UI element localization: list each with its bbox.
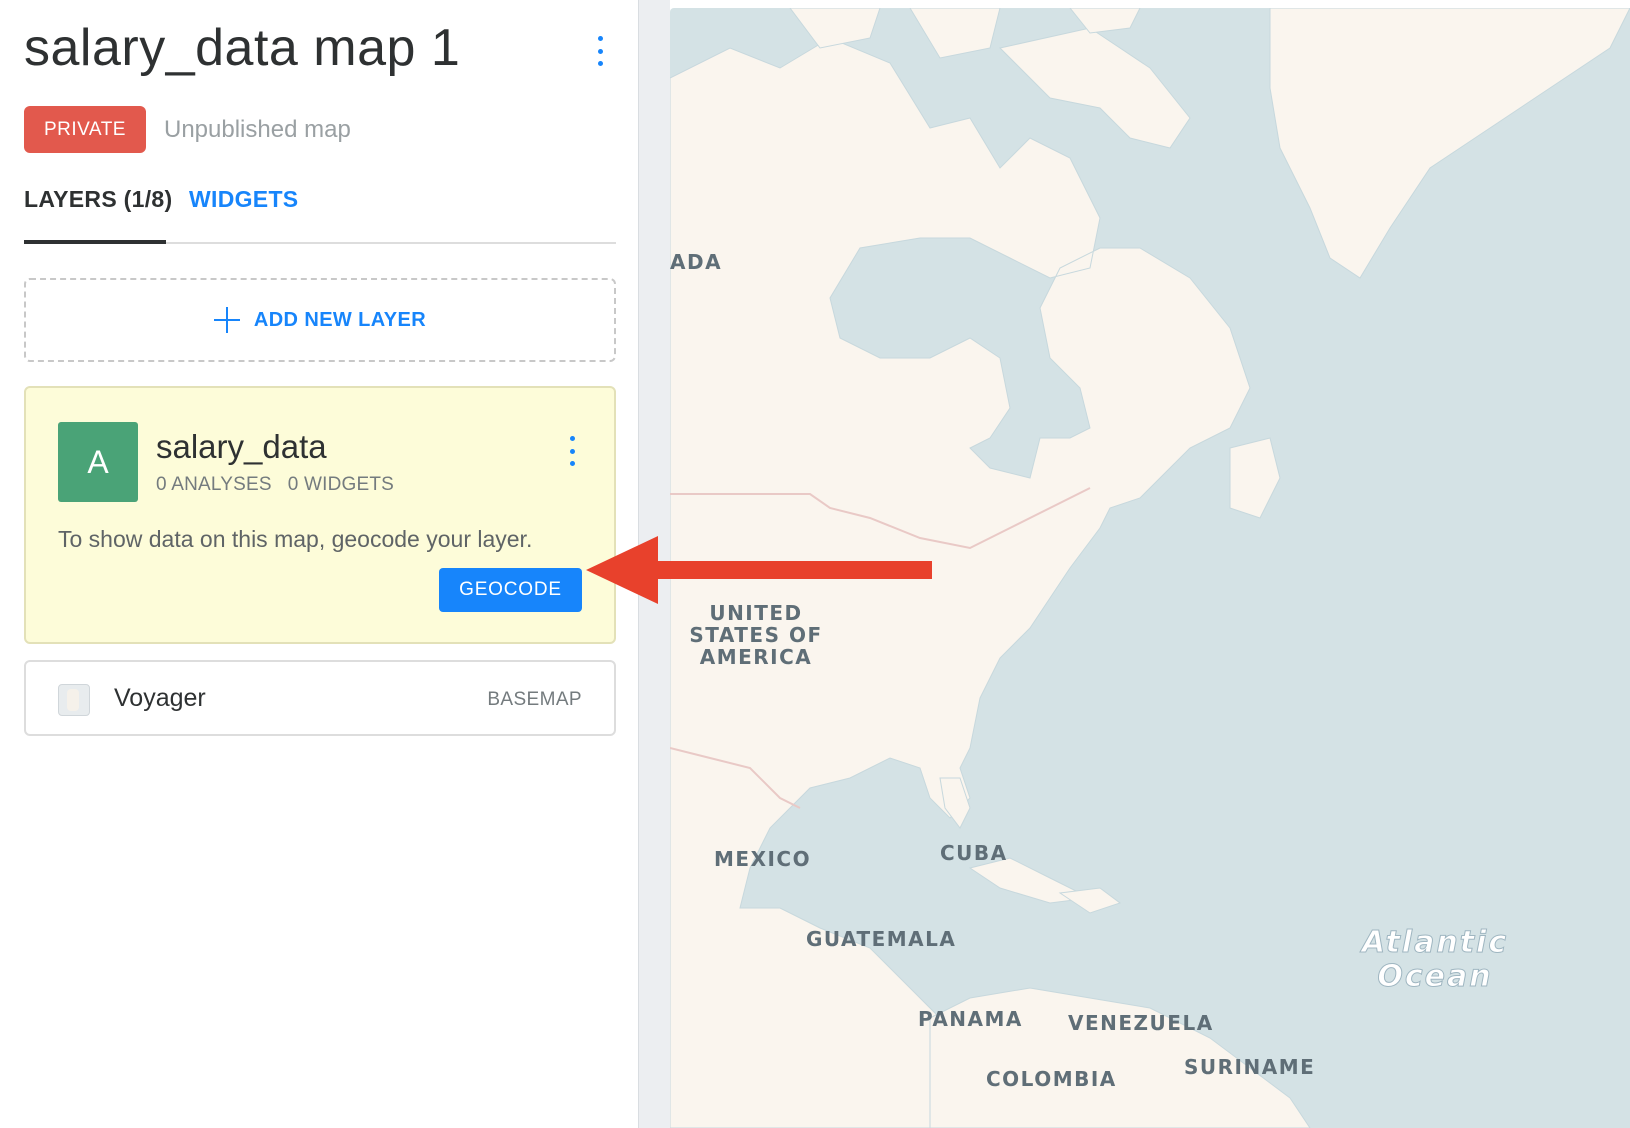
geocode-button[interactable]: GEOCODE [439,568,582,612]
layer-meta: 0 ANALYSES 0 WIDGETS [156,474,394,496]
basemap-thumbnail-icon [58,684,90,716]
map-options-kebab-icon[interactable] [590,36,610,66]
add-new-layer-button[interactable]: ADD NEW LAYER [24,278,616,362]
map-label-panama: PANAMA [918,1007,1023,1031]
active-tab-indicator [24,240,166,244]
map-label-canada: ADA [670,250,723,274]
map-label-mexico: MEXICO [714,847,812,871]
layer-card[interactable]: A salary_data 0 ANALYSES 0 WIDGETS To sho… [24,386,616,644]
map-label-suriname: SURINAME [1184,1055,1316,1079]
newfoundland [1229,437,1281,519]
map-label-venezuela: VENEZUELA [1068,1011,1214,1035]
layer-options-kebab-icon[interactable] [562,436,582,466]
basemap-type-label: BASEMAP [487,689,582,710]
arctic-island-3 [1069,8,1141,34]
map-title[interactable]: salary_data map 1 [24,18,460,78]
greenland [1269,8,1630,279]
arctic-island-2 [789,8,881,49]
add-new-layer-label: ADD NEW LAYER [253,308,427,331]
layer-name[interactable]: salary_data [156,428,327,466]
privacy-row: PRIVATE Unpublished map [24,106,351,153]
map-label-usa: UNITED STATES OF AMERICA [689,601,823,669]
plus-icon [213,307,240,333]
tab-widgets[interactable]: WIDGETS [189,186,298,213]
layer-analyses-count: 0 ANALYSES [156,474,272,495]
arctic-island-1 [909,8,1001,59]
basemap-name: Voyager [114,684,206,712]
map-label-guatemala: GUATEMALA [806,927,957,951]
baffin-island [999,27,1191,149]
basemap-row[interactable]: Voyager BASEMAP [24,660,616,736]
publish-status: Unpublished map [164,115,351,143]
layer-widgets-count: 0 WIDGETS [287,474,395,495]
red-arrow-left-icon [586,536,932,604]
tab-layers[interactable]: LAYERS (1/8) [24,186,172,213]
panel-tabs: LAYERS (1/8) WIDGETS [24,184,616,244]
privacy-badge[interactable]: PRIVATE [24,106,146,153]
map-label-colombia: COLOMBIA [986,1067,1117,1091]
map-label-atlantic-ocean: Atlantic Ocean [1361,925,1509,994]
map-label-cuba: CUBA [940,841,1008,865]
layer-letter-badge: A [58,422,138,502]
editor-panel: salary_data map 1 PRIVATE Unpublished ma… [0,0,638,1128]
geocode-message: To show data on this map, geocode your l… [58,526,533,552]
